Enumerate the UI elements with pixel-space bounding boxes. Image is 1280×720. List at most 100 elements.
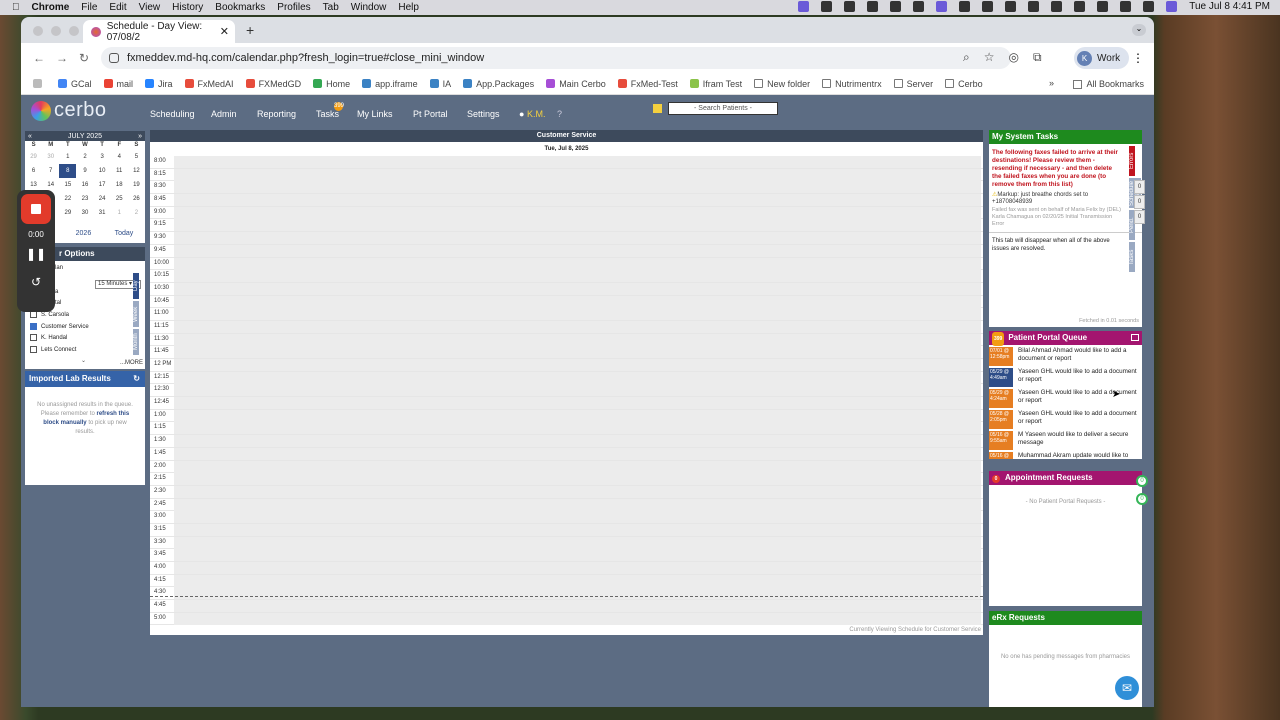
time-slot-row[interactable]: 10:15 <box>150 270 983 283</box>
time-slot[interactable] <box>174 523 981 536</box>
menu-app-name[interactable]: Chrome <box>32 2 70 13</box>
nav-admin[interactable]: Admin <box>211 109 237 119</box>
calendar-day[interactable]: 24 <box>94 192 111 206</box>
spotlight-icon[interactable] <box>1120 1 1132 12</box>
tab-schedule[interactable]: Schedule - Day View: 07/08/2 ✕ <box>83 20 235 43</box>
bookmark-gcal[interactable]: GCal <box>58 79 92 89</box>
site-info-icon[interactable] <box>109 53 119 63</box>
menu-tab[interactable]: Tab <box>323 2 339 13</box>
box-icon[interactable] <box>890 1 902 12</box>
battery-icon[interactable] <box>1074 1 1086 12</box>
screen-recorder-icon[interactable] <box>798 1 810 12</box>
time-slot[interactable] <box>174 600 981 613</box>
time-slot[interactable] <box>174 435 981 448</box>
bookmark-app-packages[interactable]: App.Packages <box>463 79 534 89</box>
menu-history[interactable]: History <box>172 2 203 13</box>
checkbox[interactable] <box>30 334 37 341</box>
time-slot-row[interactable]: 11:00 <box>150 308 983 321</box>
time-slot[interactable] <box>174 308 981 321</box>
calendar-day[interactable]: 23 <box>76 192 93 206</box>
time-slot[interactable] <box>174 447 981 460</box>
calendar-day[interactable]: 4 <box>111 150 128 164</box>
bookmark-star-icon[interactable]: ☆ <box>984 50 995 65</box>
time-slot-row[interactable]: 1:45 <box>150 447 983 461</box>
cloud-icon[interactable] <box>1005 1 1017 12</box>
bookmark-server[interactable]: Server <box>893 79 933 89</box>
calendar-day[interactable]: 19 <box>128 178 145 192</box>
provider-lets-connect[interactable]: Lets Connect <box>30 346 76 353</box>
calendar-day[interactable]: 7 <box>42 164 59 178</box>
time-slot[interactable] <box>174 397 981 410</box>
time-slot[interactable] <box>174 320 981 333</box>
time-slot-row[interactable]: 12:45 <box>150 397 983 410</box>
zoom-icon[interactable] <box>821 1 833 12</box>
time-slot[interactable] <box>174 181 981 194</box>
time-slot[interactable] <box>174 156 981 168</box>
extension-icon[interactable]: ◎ <box>1009 50 1019 65</box>
calendar-day[interactable]: 30 <box>42 150 59 164</box>
more-providers-link[interactable]: ...MORE <box>120 360 143 366</box>
menu-window[interactable]: Window <box>351 2 387 13</box>
nav-pt-portal[interactable]: Pt Portal <box>413 109 448 119</box>
bookmark-fxmed-test[interactable]: FxMed-Test <box>617 79 678 89</box>
bookmark-home[interactable]: Home <box>313 79 350 89</box>
time-slot-row[interactable]: 1:30 <box>150 435 983 448</box>
stop-recording-button[interactable] <box>21 194 51 224</box>
calendar-day[interactable]: 10 <box>94 164 111 178</box>
time-slot-row[interactable]: 3:00 <box>150 511 983 524</box>
time-slot[interactable] <box>174 485 981 498</box>
time-slot[interactable] <box>174 295 981 308</box>
calendar-day[interactable]: 2 <box>128 206 145 220</box>
time-slot[interactable] <box>174 244 981 257</box>
calendar-day[interactable]: 5 <box>128 150 145 164</box>
all-bookmarks[interactable]: All Bookmarks <box>1073 79 1144 89</box>
time-slot[interactable] <box>174 282 981 295</box>
bookmark-cerbo[interactable]: Cerbo <box>945 79 983 89</box>
bookmark-fxmedai[interactable]: FxMedAI <box>184 79 234 89</box>
tab-errors[interactable]: Errors <box>1129 146 1135 176</box>
calendar-day[interactable]: 11 <box>111 164 128 178</box>
tab-week[interactable]: Week <box>133 301 139 327</box>
menu-view[interactable]: View <box>139 2 161 13</box>
fax-markup[interactable]: ⚠Markup: just breathe chords set to +187… <box>989 189 1142 206</box>
time-slot-row[interactable]: 11:30 <box>150 333 983 347</box>
menu-edit[interactable]: Edit <box>109 2 126 13</box>
menu-file[interactable]: File <box>81 2 97 13</box>
prev-month-icon[interactable]: « <box>28 133 32 140</box>
activity-icon[interactable] <box>913 1 925 12</box>
checkbox[interactable] <box>30 311 37 318</box>
time-slot-row[interactable]: 3:45 <box>150 549 983 562</box>
sticky-note-icon[interactable] <box>653 104 662 113</box>
time-slot[interactable] <box>174 232 981 245</box>
cerbo-logo[interactable]: cerbo <box>31 99 107 122</box>
checkbox[interactable] <box>30 346 37 353</box>
time-slot[interactable] <box>174 587 981 600</box>
time-slot[interactable] <box>174 206 981 219</box>
time-slot-row[interactable]: 10:30 <box>150 282 983 296</box>
reload-icon[interactable]: ↻ <box>79 51 89 65</box>
time-slot-row[interactable]: 12 PM <box>150 359 983 372</box>
time-slot[interactable] <box>174 511 981 524</box>
time-slot[interactable] <box>174 549 981 562</box>
time-slot[interactable] <box>174 371 981 384</box>
nav-scheduling[interactable]: Scheduling <box>150 109 195 119</box>
time-slot-row[interactable]: 2:30 <box>150 485 983 499</box>
time-slot-row[interactable]: 9:15 <box>150 219 983 233</box>
control-center-icon[interactable] <box>1143 1 1155 12</box>
apple-icon[interactable]:  <box>12 2 20 13</box>
queue-item[interactable]: 07/01 @ 12:58pm Bilal Ahmad Ahmad would l… <box>989 347 1142 368</box>
window-icon[interactable] <box>936 1 948 12</box>
bookmark-nutrimentrx[interactable]: Nutrimentrx <box>822 79 882 89</box>
checkbox[interactable] <box>30 323 37 330</box>
back-icon[interactable]: ← <box>33 51 45 65</box>
calendar-day[interactable]: 29 <box>25 150 42 164</box>
zoom-lens-icon[interactable]: ⌕ <box>963 50 970 65</box>
url-field[interactable]: fxmeddev.md-hq.com/calendar.php?fresh_lo… <box>101 47 1011 69</box>
profile-button[interactable]: K Work <box>1074 47 1129 69</box>
year-2026[interactable]: 2026 <box>76 230 92 237</box>
time-slot-row[interactable]: 9:30 <box>150 232 983 245</box>
provider-k-handal[interactable]: K. Handal <box>30 334 67 341</box>
time-slot-row[interactable]: 12:30 <box>150 384 983 398</box>
time-slot[interactable] <box>174 194 981 207</box>
time-slot-row[interactable]: 8:30 <box>150 181 983 195</box>
